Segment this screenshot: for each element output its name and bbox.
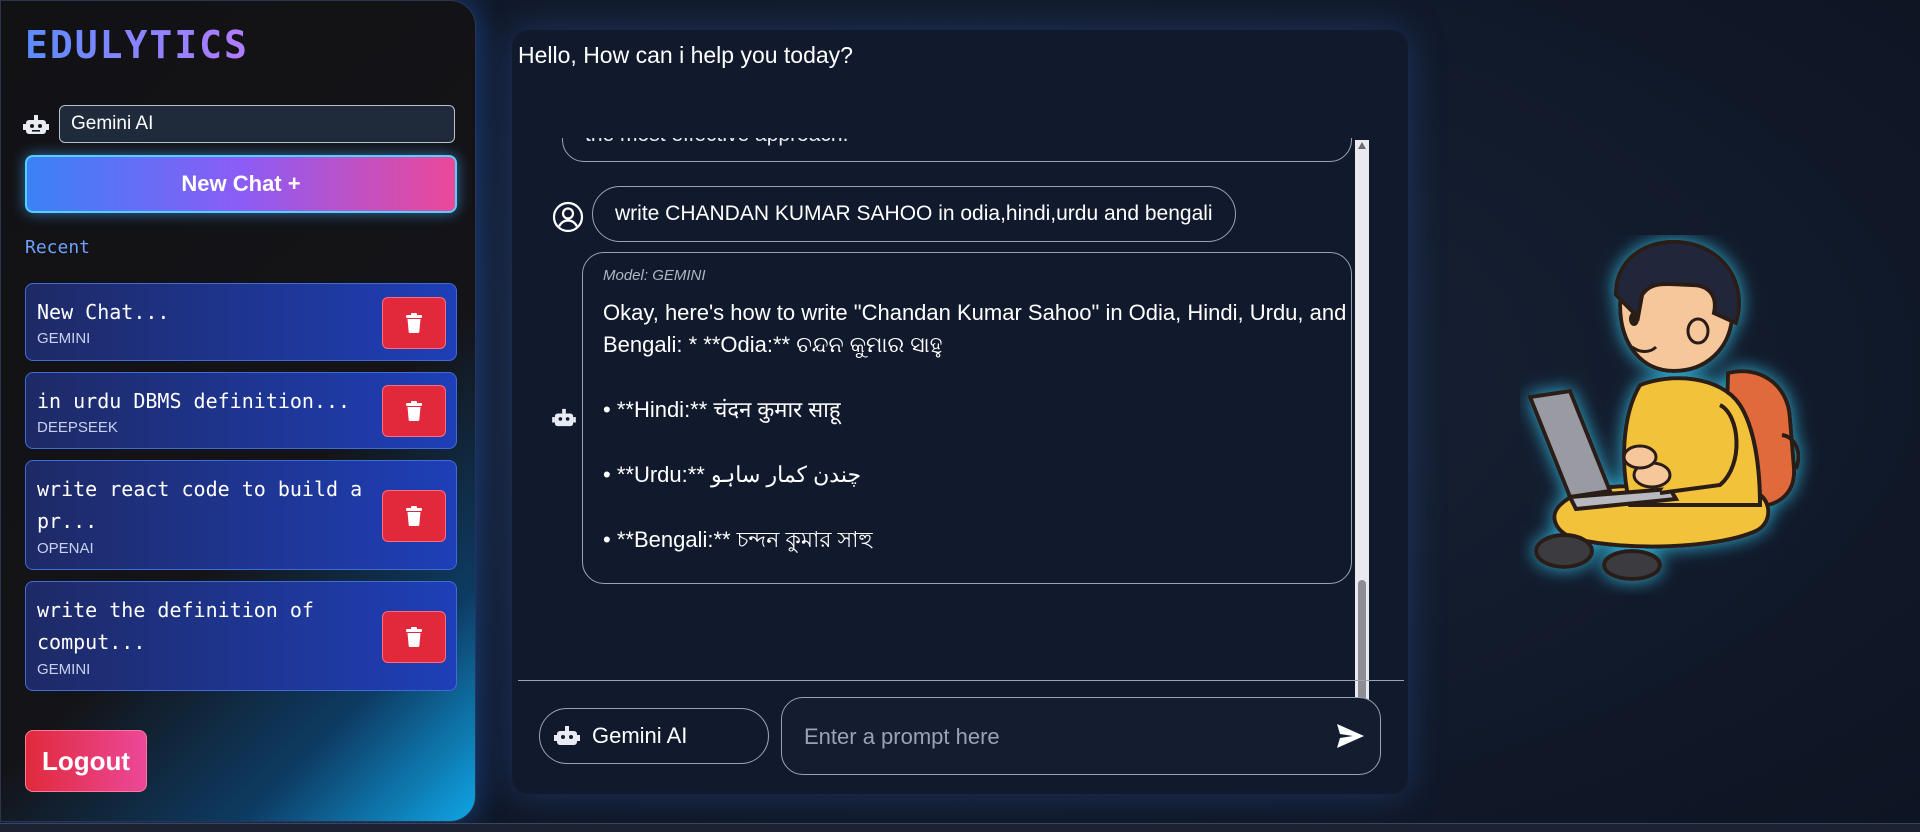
previous-bot-message: the most effective approach.: [562, 138, 1352, 162]
recent-chat-item[interactable]: in urdu DBMS definition... DEEPSEEK: [25, 372, 457, 449]
bot-message-line: • **Hindi:** चंदन कुमार साहू: [603, 397, 841, 422]
chat-model: GEMINI: [37, 661, 91, 678]
divider: [518, 680, 1404, 681]
bot-message-line: Okay, here's how to write "Chandan Kumar…: [603, 300, 1347, 325]
brand-logo: EDULYTICS: [25, 23, 249, 67]
trash-icon: [406, 506, 422, 526]
bot-message: Model: GEMINI Okay, here's how to write …: [582, 252, 1352, 584]
message-scrollbar[interactable]: [1355, 140, 1369, 725]
chat-title: write react code to build a pr...: [37, 477, 363, 533]
new-chat-button[interactable]: New Chat +: [25, 155, 457, 213]
prompt-input[interactable]: [802, 698, 1306, 776]
model-selector-row: Gemini AI: [23, 105, 457, 143]
greeting-heading: Hello, How can i help you today?: [518, 42, 853, 68]
delete-chat-button[interactable]: [382, 490, 446, 542]
bot-message-line: • **Urdu:** چندن کمار ساہو: [603, 462, 862, 487]
message-list: the most effective approach. write CHAND…: [552, 138, 1382, 683]
robot-icon: [23, 115, 49, 134]
prompt-box: [781, 697, 1381, 776]
previous-message-text: the most effective approach.: [585, 138, 848, 147]
scroll-up-arrow-icon[interactable]: [1358, 142, 1366, 149]
trash-icon: [406, 627, 422, 647]
trash-icon: [406, 401, 422, 421]
recent-heading: Recent: [25, 237, 91, 258]
recent-chat-item[interactable]: write react code to build a pr... OPENAI: [25, 460, 457, 570]
student-illustration: [1527, 239, 1801, 581]
chat-model: GEMINI: [37, 330, 91, 347]
model-pill-button[interactable]: Gemini AI: [539, 708, 769, 764]
bot-model-label: Model: GEMINI: [603, 267, 706, 284]
delete-chat-button[interactable]: [382, 611, 446, 663]
user-circle-icon: [552, 201, 584, 233]
chat-title: New Chat...: [37, 300, 170, 324]
robot-icon: [554, 726, 580, 745]
logout-button[interactable]: Logout: [25, 730, 147, 792]
delete-chat-button[interactable]: [382, 297, 446, 349]
robot-icon: [552, 408, 576, 427]
sidebar: EDULYTICS Gemini AI New Chat + Recent Ne…: [0, 0, 476, 822]
bot-message-line: • **Bengali:** চন্দন কুমার সাহু: [603, 527, 873, 552]
send-icon[interactable]: [1334, 720, 1366, 752]
chat-title: in urdu DBMS definition...: [37, 389, 351, 413]
recent-chat-item[interactable]: New Chat... GEMINI: [25, 283, 457, 361]
recent-chat-item[interactable]: write the definition of comput... GEMINI: [25, 581, 457, 691]
user-message: write CHANDAN KUMAR SAHOO in odia,hindi,…: [592, 186, 1236, 242]
chat-title: write the definition of comput...: [37, 598, 314, 654]
chat-model: DEEPSEEK: [37, 419, 118, 436]
chat-panel: Hello, How can i help you today? the mos…: [512, 30, 1408, 794]
model-select[interactable]: Gemini AI: [59, 105, 455, 143]
chat-model: OPENAI: [37, 540, 94, 557]
model-pill-label: Gemini AI: [592, 723, 688, 748]
bot-message-line: Bengali: * **Odia:** ଚନ୍ଦନ କୁମାର ସାହୁ: [603, 332, 943, 357]
trash-icon: [406, 313, 422, 333]
delete-chat-button[interactable]: [382, 385, 446, 437]
